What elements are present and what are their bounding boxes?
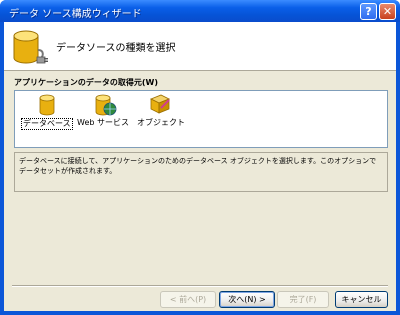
finish-button[interactable]: 完了(F) bbox=[277, 291, 329, 308]
wizard-window: データ ソース構成ウィザード ? ✕ データソースの種類を選択 アプリケーション… bbox=[0, 0, 400, 315]
dialog-body: データソースの種類を選択 アプリケーションのデータの取得元(W) データベース … bbox=[4, 22, 396, 311]
back-button[interactable]: < 前へ(P) bbox=[160, 291, 216, 308]
description-text: データベースに接続して、アプリケーションのためのデータベース オブジェクトを選択… bbox=[14, 152, 388, 192]
window-title: データ ソース構成ウィザード bbox=[9, 9, 142, 20]
database-icon bbox=[39, 94, 55, 116]
close-button[interactable]: ✕ bbox=[379, 3, 396, 20]
cancel-button[interactable]: キャンセル bbox=[335, 291, 388, 308]
option-object-label: オブジェクト bbox=[137, 118, 185, 127]
help-icon: ? bbox=[365, 5, 372, 18]
page-title: データソースの種類を選択 bbox=[56, 43, 176, 54]
database-plug-icon bbox=[13, 30, 48, 64]
next-button[interactable]: 次へ(N) > bbox=[219, 291, 275, 308]
close-icon: ✕ bbox=[382, 5, 393, 18]
help-button[interactable]: ? bbox=[360, 3, 377, 20]
option-database-label: データベース bbox=[21, 118, 73, 130]
object-icon bbox=[150, 94, 170, 114]
option-web-service-label: Web サービス bbox=[77, 118, 129, 127]
web-service-icon bbox=[95, 94, 117, 116]
title-bar[interactable]: データ ソース構成ウィザード ? ✕ bbox=[0, 0, 400, 22]
source-type-list[interactable]: データベース Web サービス オブジェクト bbox=[14, 90, 388, 148]
button-divider bbox=[12, 285, 388, 287]
source-type-label: アプリケーションのデータの取得元(W) bbox=[14, 78, 158, 87]
wizard-header: データソースの種類を選択 bbox=[4, 22, 396, 71]
